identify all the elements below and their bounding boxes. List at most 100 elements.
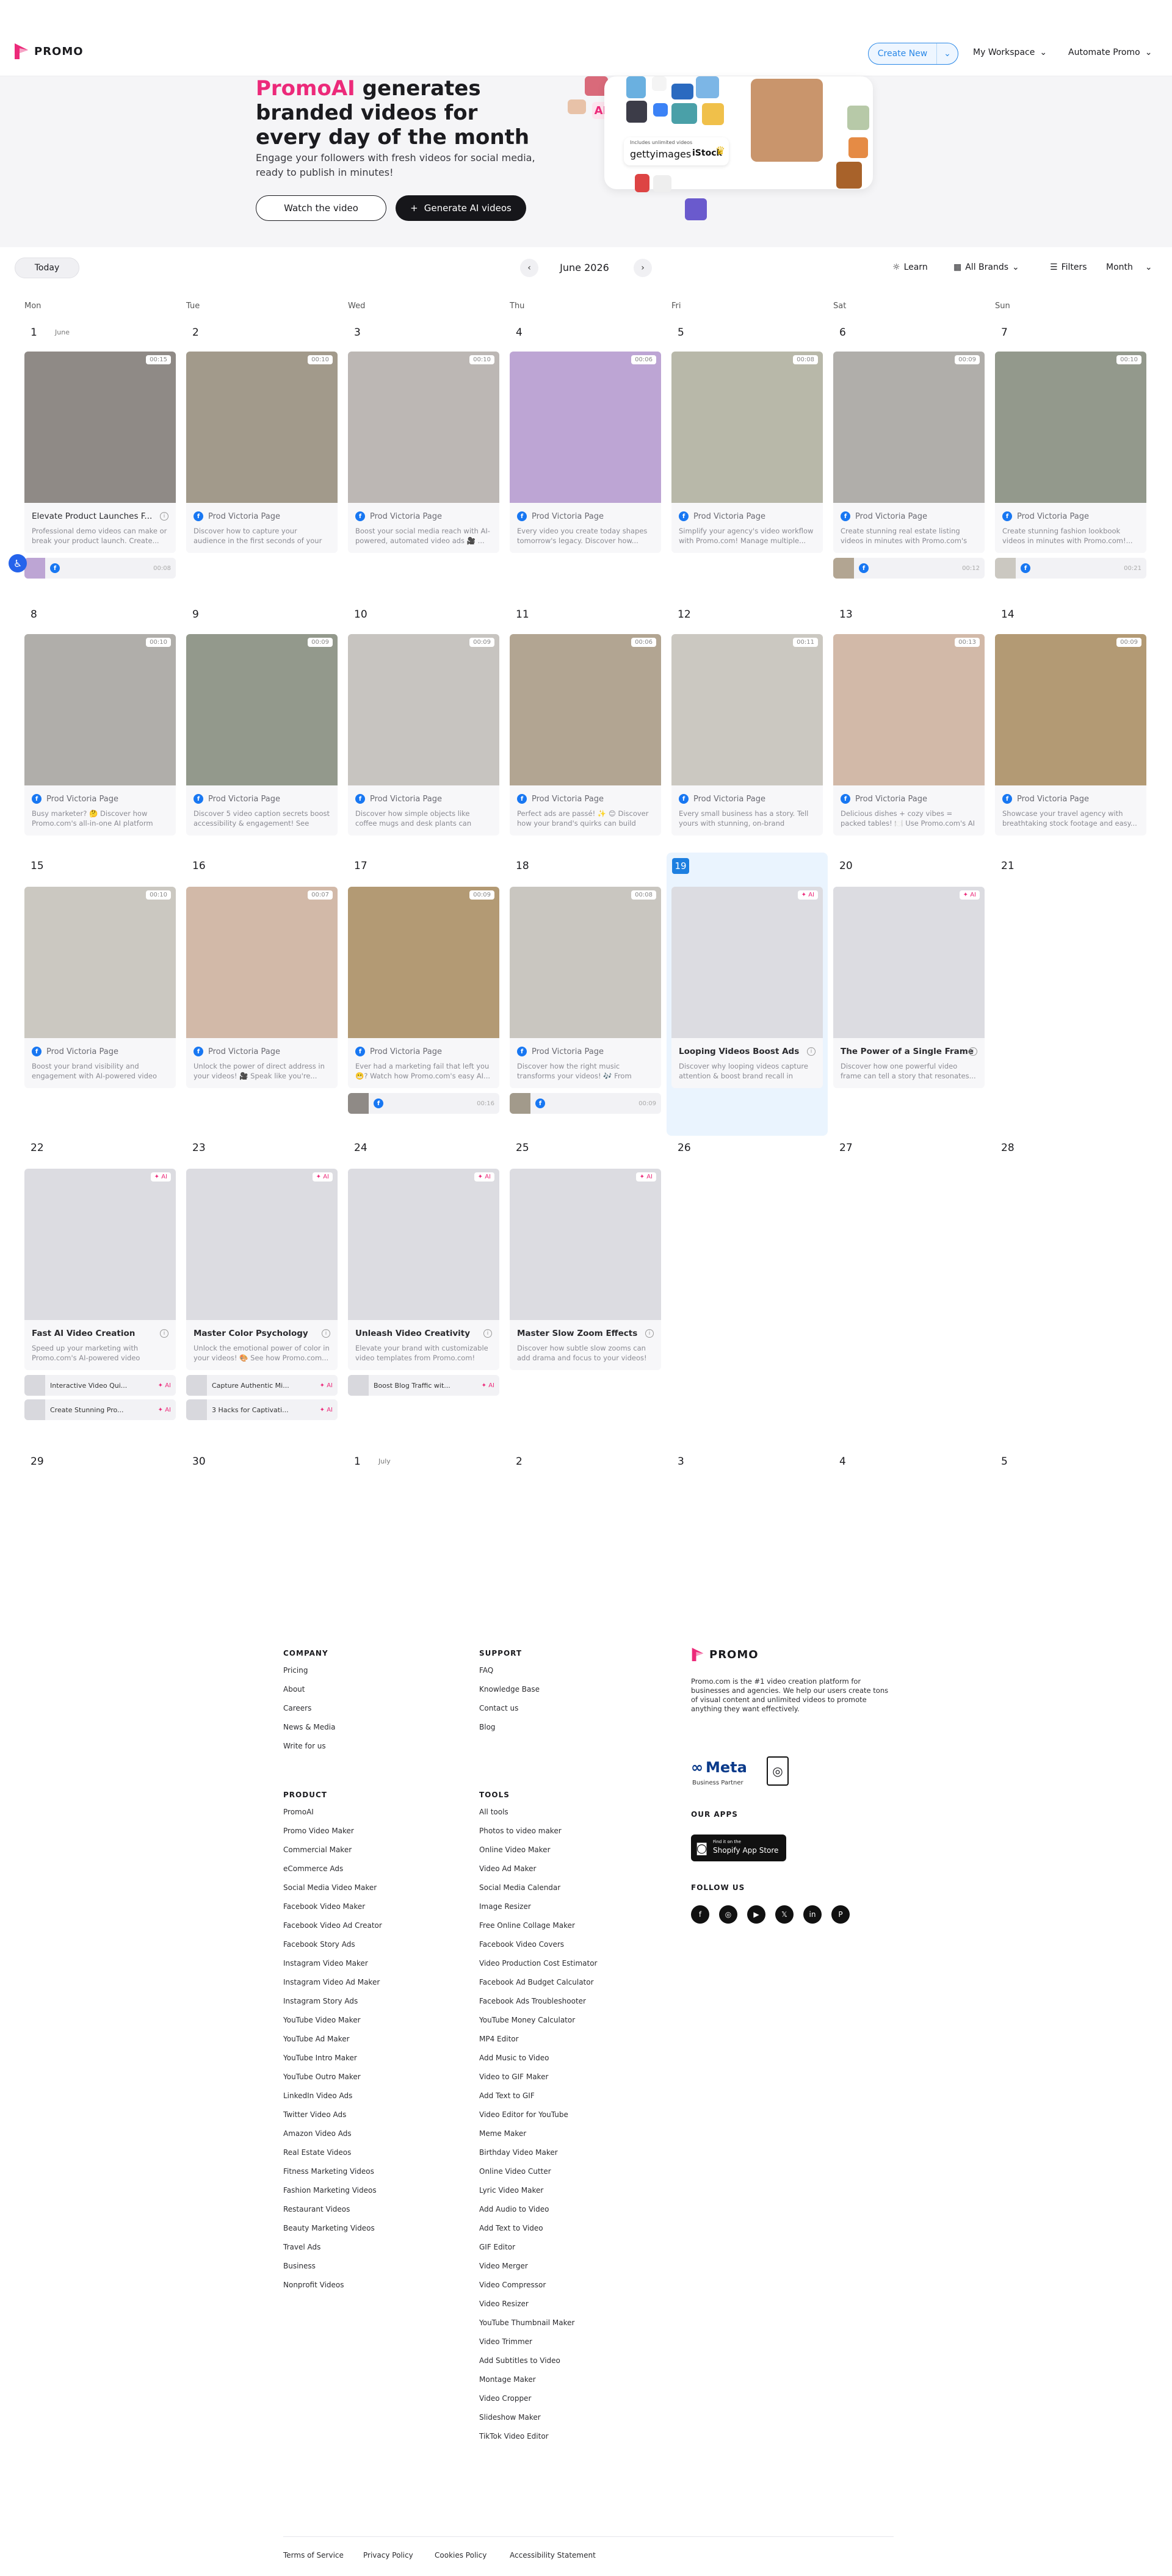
day-number[interactable]: 8 [31, 608, 37, 621]
post-card[interactable]: 00:10 f Prod Victoria Page Create stunning … [995, 352, 1146, 553]
day-number[interactable]: 22 [31, 1142, 44, 1154]
footer-product-link[interactable]: Social Media Video Maker [283, 1883, 377, 1892]
day-number[interactable]: 1 [354, 1456, 361, 1468]
footer-tools-link[interactable]: Birthday Video Maker [479, 2148, 558, 2157]
linkedin-icon[interactable]: in [803, 1905, 822, 1924]
footer-tools-link[interactable]: Slideshow Maker [479, 2413, 541, 2422]
info-icon[interactable]: i [969, 1047, 977, 1056]
info-icon[interactable]: i [483, 1329, 492, 1338]
footer-product-link[interactable]: YouTube Intro Maker [283, 2054, 357, 2062]
scheduled-post-row[interactable]: f 00:16 [348, 1093, 499, 1114]
shopify-app-store-button[interactable]: ◙ Find it on the Shopify App Store [691, 1835, 786, 1861]
day-number[interactable]: 7 [1001, 327, 1008, 339]
footer-company-link[interactable]: Pricing [283, 1666, 308, 1675]
video-thumbnail[interactable] [348, 352, 499, 503]
post-card[interactable]: 00:11 f Prod Victoria Page Every small busi… [671, 634, 823, 835]
day-number[interactable]: 2 [516, 1456, 523, 1468]
footer-product-link[interactable]: Facebook Video Maker [283, 1902, 365, 1911]
footer-product-link[interactable]: YouTube Ad Maker [283, 2035, 350, 2043]
scheduled-post-row[interactable]: f 00:09 [510, 1093, 661, 1114]
ai-suggestion-row[interactable]: 3 Hacks for Captivati... ✦ AI [186, 1399, 338, 1420]
video-thumbnail[interactable] [186, 1169, 338, 1320]
day-number[interactable]: 18 [516, 860, 529, 872]
video-thumbnail[interactable] [995, 634, 1146, 785]
post-card[interactable]: 00:10 f Prod Victoria Page Discover how to … [186, 352, 338, 553]
footer-tools-link[interactable]: Video Cropper [479, 2394, 531, 2403]
footer-support-link[interactable]: Contact us [479, 1704, 518, 1712]
footer-product-link[interactable]: Commercial Maker [283, 1845, 352, 1854]
video-thumbnail[interactable] [186, 634, 338, 785]
footer-product-link[interactable]: Beauty Marketing Videos [283, 2224, 375, 2232]
day-number[interactable]: 28 [1001, 1142, 1015, 1154]
video-thumbnail[interactable] [510, 887, 661, 1038]
day-number[interactable]: 1 [31, 327, 37, 339]
footer-product-link[interactable]: Twitter Video Ads [283, 2110, 346, 2119]
footer-tools-link[interactable]: Add Text to GIF [479, 2091, 535, 2100]
footer-promo-logo[interactable]: PROMO [691, 1647, 759, 1662]
day-number[interactable]: 12 [678, 608, 691, 621]
facebook-icon[interactable]: f [691, 1905, 709, 1924]
footer-tools-link[interactable]: All tools [479, 1808, 508, 1816]
footer-legal-link[interactable]: Accessibility Statement [510, 2551, 596, 2560]
scheduled-post-row[interactable]: f 00:21 [995, 558, 1146, 579]
footer-product-link[interactable]: Business [283, 2262, 316, 2270]
video-thumbnail[interactable] [833, 634, 985, 785]
video-thumbnail[interactable] [833, 352, 985, 503]
day-number[interactable]: 25 [516, 1142, 529, 1154]
post-card[interactable]: 00:07 f Prod Victoria Page Unlock the power… [186, 887, 338, 1088]
post-card[interactable]: 00:08 f Prod Victoria Page Simplify your ag… [671, 352, 823, 553]
footer-tools-link[interactable]: Add Text to Video [479, 2224, 543, 2232]
post-card[interactable]: 00:10 f Prod Victoria Page Busy marketer? 🤔… [24, 634, 176, 835]
day-number[interactable]: 2 [192, 327, 199, 339]
video-thumbnail[interactable] [186, 352, 338, 503]
video-thumbnail[interactable] [510, 352, 661, 503]
footer-tools-link[interactable]: Montage Maker [479, 2375, 536, 2384]
footer-tools-link[interactable]: Meme Maker [479, 2129, 526, 2138]
day-number[interactable]: 10 [354, 608, 367, 621]
ai-suggestion-row[interactable]: Interactive Video Qui... ✦ AI [24, 1375, 176, 1396]
footer-tools-link[interactable]: Add Audio to Video [479, 2205, 549, 2213]
footer-tools-link[interactable]: Video Editor for YouTube [479, 2110, 568, 2119]
day-number[interactable]: 11 [516, 608, 529, 621]
info-icon[interactable]: i [322, 1329, 330, 1338]
post-card[interactable]: 00:15 Elevate Product Launches F... i Profe… [24, 352, 176, 553]
footer-tools-link[interactable]: TikTok Video Editor [479, 2432, 549, 2441]
footer-legal-link[interactable]: Terms of Service [283, 2551, 344, 2560]
video-thumbnail[interactable] [833, 887, 985, 1038]
footer-tools-link[interactable]: GIF Editor [479, 2243, 515, 2251]
footer-product-link[interactable]: Instagram Story Ads [283, 1997, 358, 2005]
today-day-number[interactable]: 19 [672, 858, 689, 874]
day-number[interactable]: 9 [192, 608, 199, 621]
day-number[interactable]: 20 [839, 860, 853, 872]
footer-support-link[interactable]: FAQ [479, 1666, 493, 1675]
ai-post-card[interactable]: ✦ AI Fast AI Video Creation i Speed up your… [24, 1169, 176, 1370]
day-number[interactable]: 6 [839, 327, 846, 339]
post-card[interactable]: 00:09 f Prod Victoria Page Discover how sim… [348, 634, 499, 835]
x-twitter-icon[interactable]: 𝕏 [775, 1905, 794, 1924]
footer-company-link[interactable]: Careers [283, 1704, 311, 1712]
day-number[interactable]: 16 [192, 860, 206, 872]
day-number[interactable]: 4 [839, 1456, 846, 1468]
footer-tools-link[interactable]: Video Trimmer [479, 2337, 532, 2346]
footer-tools-link[interactable]: Online Video Cutter [479, 2167, 551, 2176]
post-card[interactable]: 00:09 f Prod Victoria Page Discover 5 video… [186, 634, 338, 835]
footer-tools-link[interactable]: Social Media Calendar [479, 1883, 560, 1892]
post-card[interactable]: 00:09 f Prod Victoria Page Ever had a marke… [348, 887, 499, 1088]
day-number[interactable]: 27 [839, 1142, 853, 1154]
footer-tools-link[interactable]: YouTube Money Calculator [479, 2016, 575, 2024]
footer-tools-link[interactable]: Image Resizer [479, 1902, 531, 1911]
video-thumbnail[interactable] [671, 887, 823, 1038]
day-number[interactable]: 5 [1001, 1456, 1008, 1468]
footer-product-link[interactable]: Instagram Video Ad Maker [283, 1978, 380, 1986]
day-number[interactable]: 24 [354, 1142, 367, 1154]
ai-post-card[interactable]: ✦ AI Master Color Psychology i Unlock the e… [186, 1169, 338, 1370]
footer-product-link[interactable]: Promo Video Maker [283, 1827, 354, 1835]
footer-product-link[interactable]: Facebook Video Ad Creator [283, 1921, 382, 1930]
day-number[interactable]: 3 [354, 327, 361, 339]
footer-product-link[interactable]: Travel Ads [283, 2243, 320, 2251]
video-thumbnail[interactable] [348, 634, 499, 785]
footer-tools-link[interactable]: Video to GIF Maker [479, 2073, 548, 2081]
post-card[interactable]: 00:10 f Prod Victoria Page Boost your socia… [348, 352, 499, 553]
day-number[interactable]: 30 [192, 1456, 206, 1468]
footer-company-link[interactable]: About [283, 1685, 305, 1694]
